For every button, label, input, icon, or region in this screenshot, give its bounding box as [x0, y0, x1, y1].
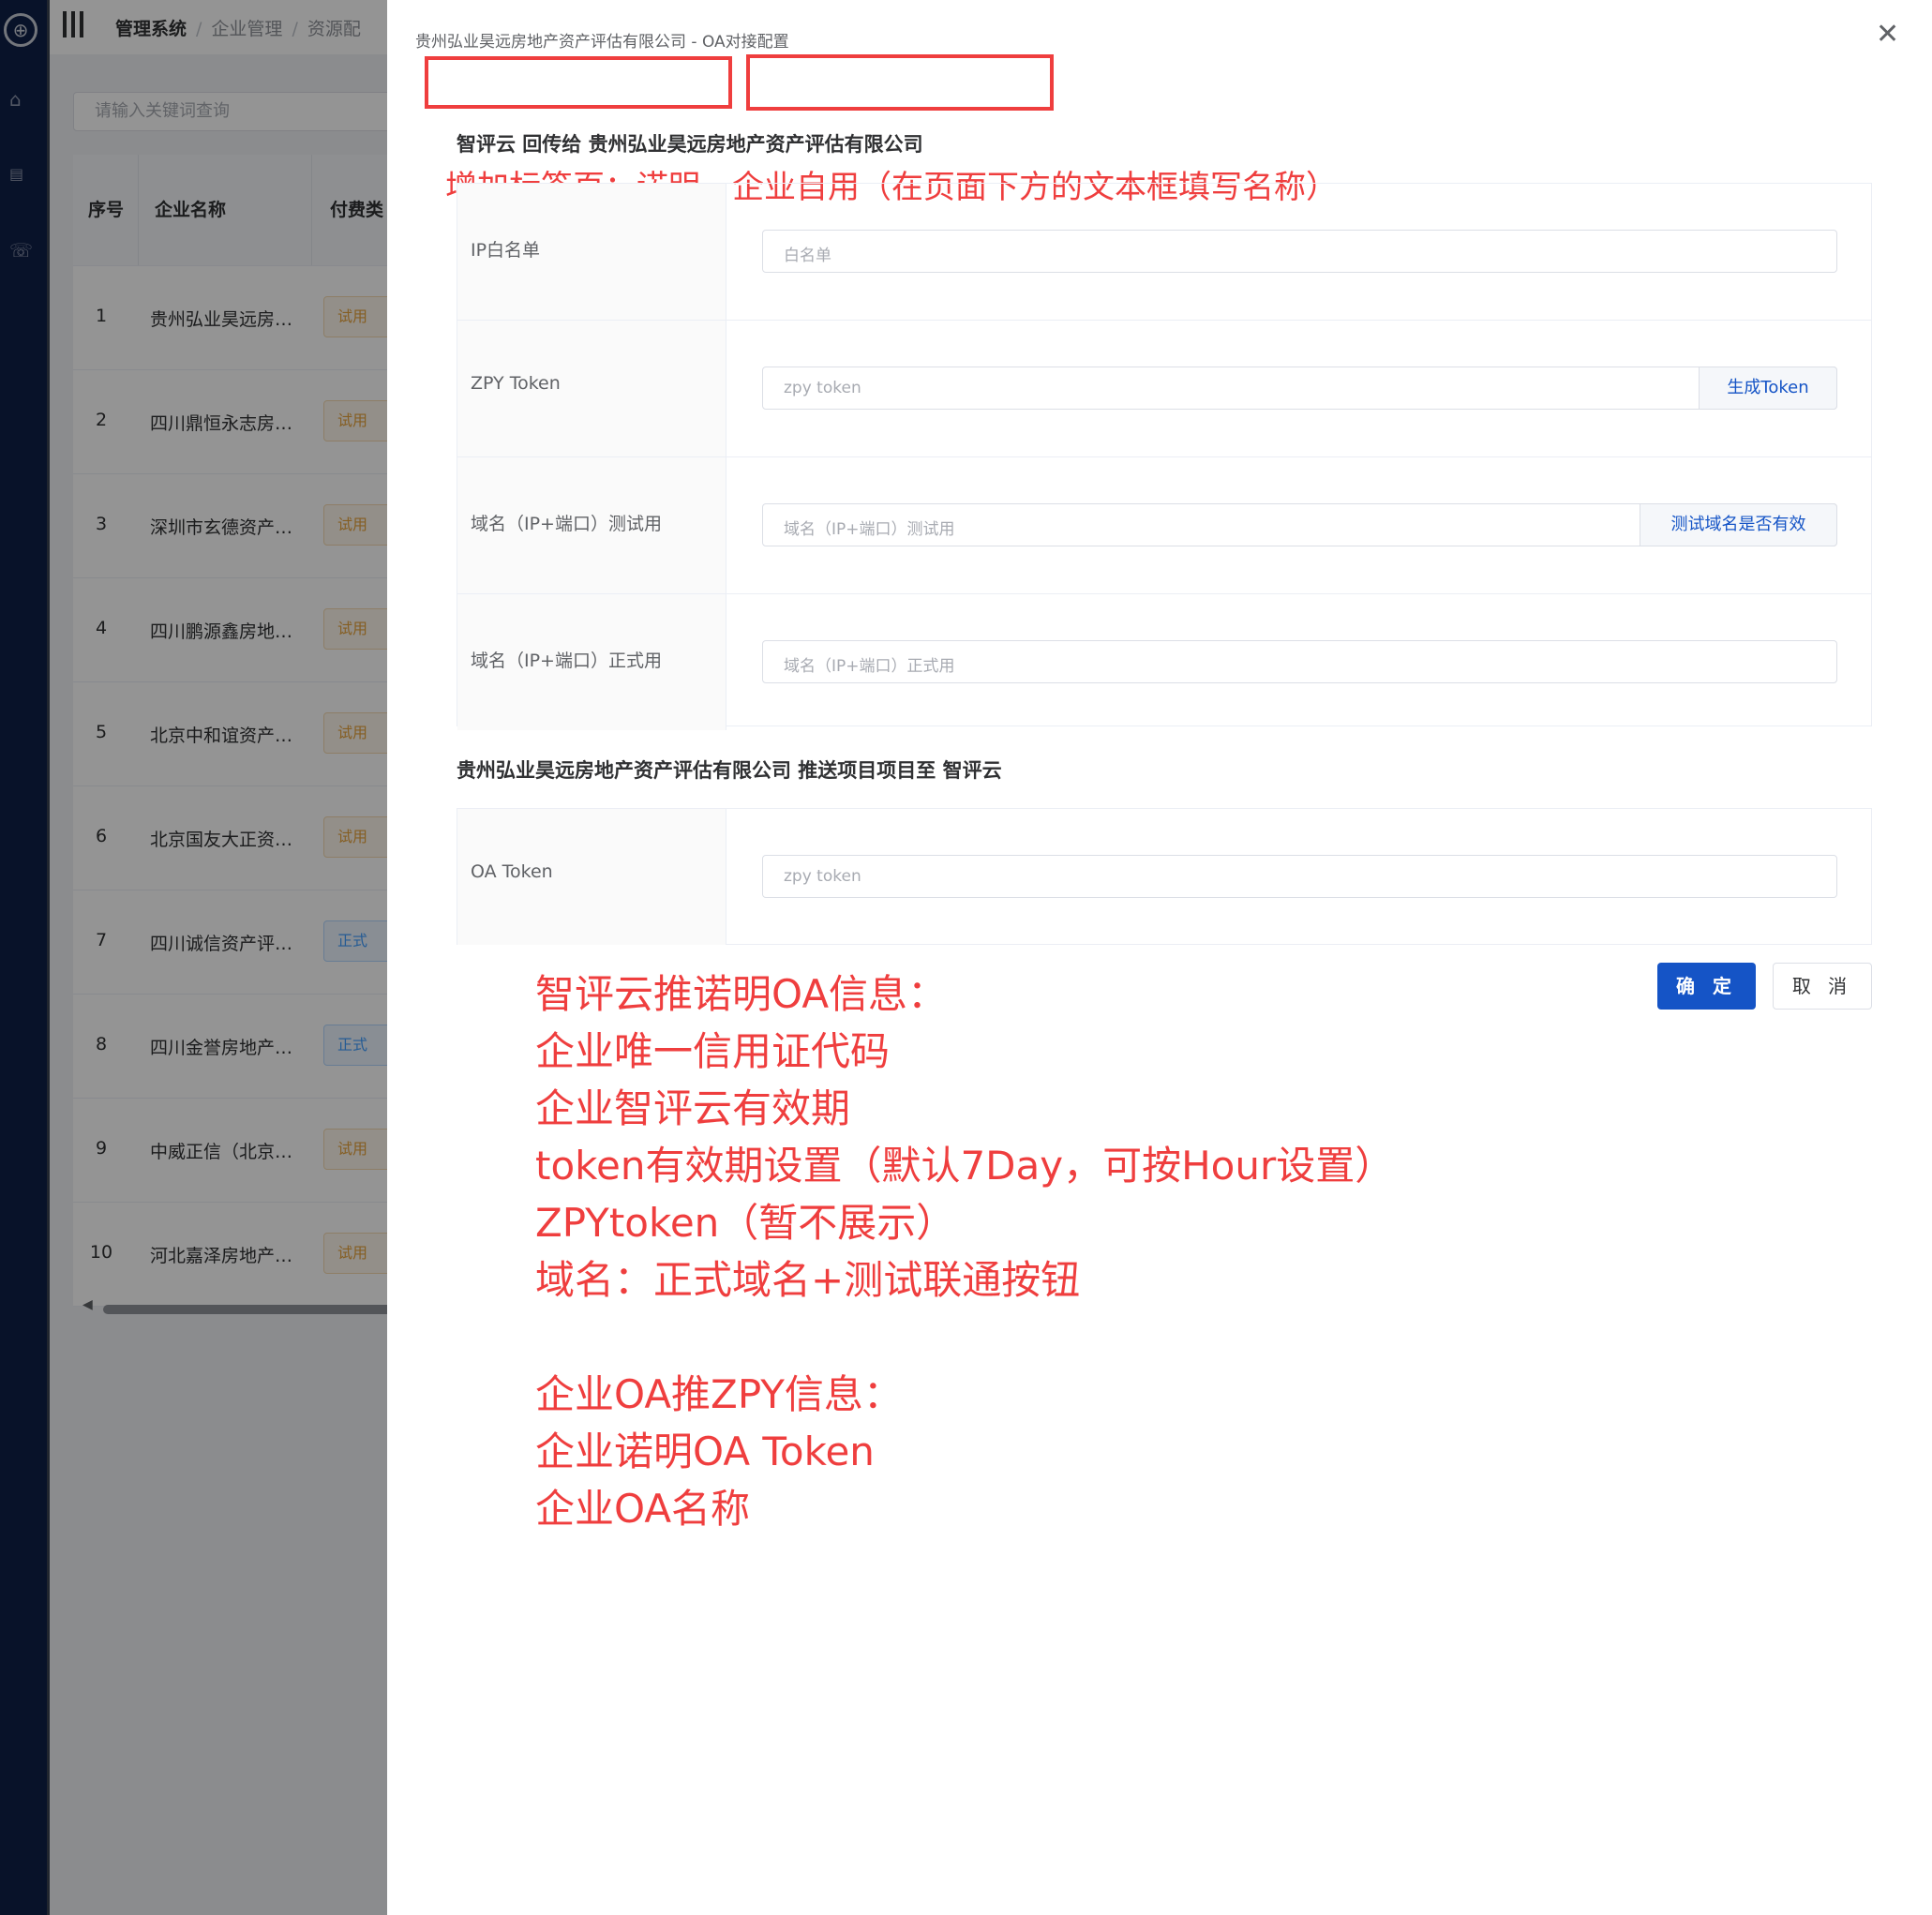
- annotation-line: token有效期设置（默认7Day，可按Hour设置）: [535, 1143, 1395, 1189]
- domain-prod-label: 域名（IP+端口）正式用: [471, 651, 662, 671]
- close-icon[interactable]: ✕: [1876, 21, 1899, 49]
- domain-test-label: 域名（IP+端口）测试用: [471, 514, 662, 534]
- drawer-title: 贵州弘业昊远房地产资产评估有限公司 - OA对接配置: [415, 33, 789, 52]
- confirm-button[interactable]: 确 定: [1657, 963, 1756, 1010]
- oa-token-label: OA Token: [471, 861, 553, 882]
- tab-placeholder-1[interactable]: [425, 56, 732, 109]
- domain-test-input[interactable]: 域名（IP+端口）测试用 测试域名是否有效: [762, 503, 1837, 546]
- ip-whitelist-input[interactable]: 白名单: [762, 230, 1837, 273]
- section-title-push: 贵州弘业昊远房地产资产评估有限公司 推送项目项目至 智评云: [457, 759, 1002, 782]
- form-row-domain-test: 域名（IP+端口）测试用 域名（IP+端口）测试用 测试域名是否有效: [457, 457, 1871, 594]
- annotation-line: ZPYtoken（暂不展示）: [535, 1200, 956, 1246]
- generate-token-button[interactable]: 生成Token: [1699, 367, 1837, 410]
- form-row-domain-prod: 域名（IP+端口）正式用 域名（IP+端口）正式用: [457, 594, 1871, 730]
- modal-overlay[interactable]: [0, 0, 387, 1915]
- tab-placeholder-2[interactable]: [746, 54, 1054, 111]
- form-row-ip-whitelist: IP白名单 白名单: [457, 184, 1871, 321]
- ip-whitelist-label: IP白名单: [471, 240, 541, 261]
- section-title-callback: 智评云 回传给 贵州弘业昊远房地产资产评估有限公司: [457, 133, 923, 156]
- oa-config-drawer: 贵州弘业昊远房地产资产评估有限公司 - OA对接配置 ✕ 智评云 回传给 贵州弘…: [387, 0, 1932, 1915]
- test-domain-button[interactable]: 测试域名是否有效: [1640, 503, 1837, 546]
- cancel-button[interactable]: 取 消: [1773, 963, 1872, 1010]
- annotation-line: 企业OA推ZPY信息：: [535, 1371, 903, 1417]
- annotation-line: 智评云推诺明OA信息：: [535, 971, 948, 1017]
- annotation-notes: 智评云推诺明OA信息： 企业唯一信用证代码 企业智评云有效期 token有效期设置（默…: [535, 965, 1394, 1537]
- annotation-line: 企业OA名称: [535, 1486, 751, 1532]
- oa-token-input[interactable]: zpy token: [762, 855, 1837, 898]
- push-form: OA Token zpy token: [457, 808, 1872, 945]
- form-row-zpy-token: ZPY Token zpy token 生成Token: [457, 321, 1871, 457]
- annotation-line: 域名：正式域名+测试联通按钮: [535, 1257, 1081, 1303]
- callback-form: IP白名单 白名单 ZPY Token zpy token 生成Token 域名…: [457, 183, 1872, 730]
- zpy-token-input[interactable]: zpy token 生成Token: [762, 367, 1837, 410]
- domain-prod-input[interactable]: 域名（IP+端口）正式用: [762, 640, 1837, 683]
- annotation-line: 企业唯一信用证代码: [535, 1028, 891, 1074]
- zpy-token-label: ZPY Token: [471, 373, 561, 394]
- annotation-line: 企业诺明OA Token: [535, 1429, 875, 1474]
- annotation-line: 企业智评云有效期: [535, 1085, 851, 1131]
- form-row-oa-token: OA Token zpy token: [457, 809, 1871, 945]
